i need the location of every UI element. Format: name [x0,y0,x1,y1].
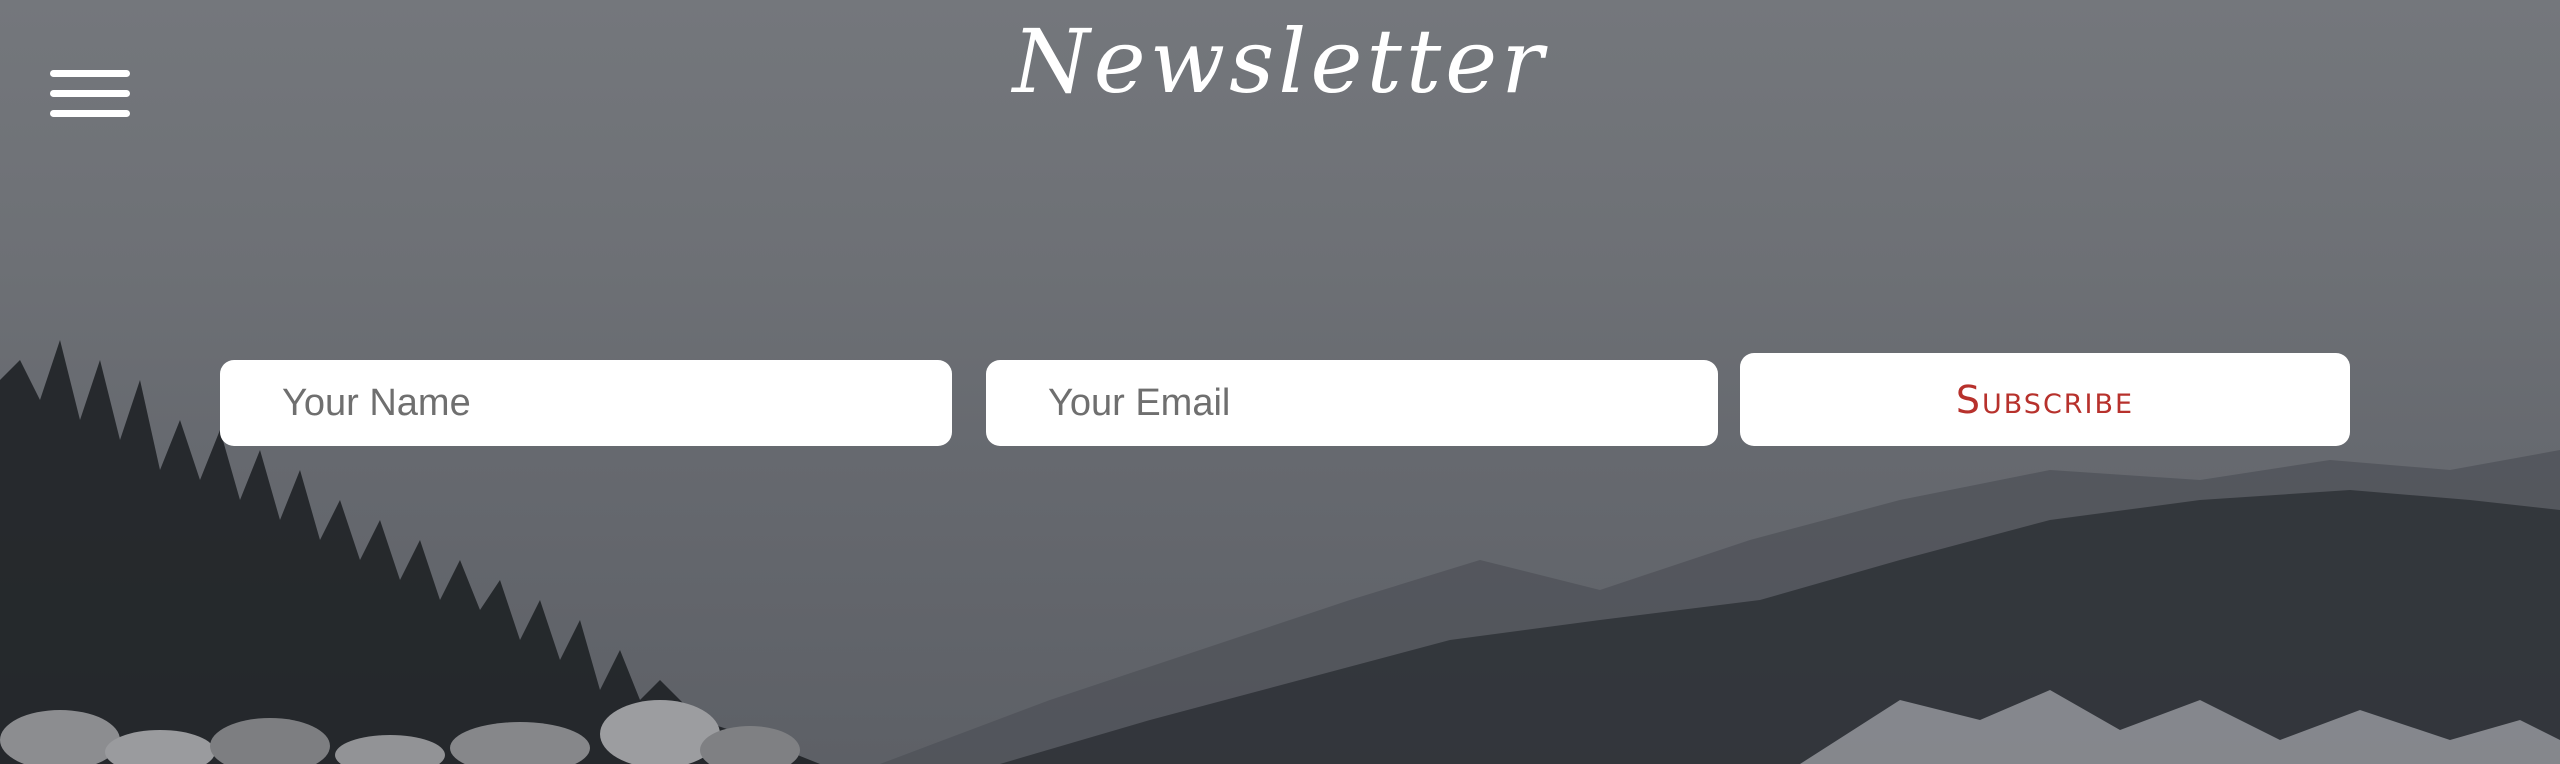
page-title: Newsletter [1012,10,1548,113]
name-input[interactable] [220,360,952,446]
subscribe-button[interactable]: Subscribe [1740,353,2350,446]
email-input[interactable] [986,360,1718,446]
